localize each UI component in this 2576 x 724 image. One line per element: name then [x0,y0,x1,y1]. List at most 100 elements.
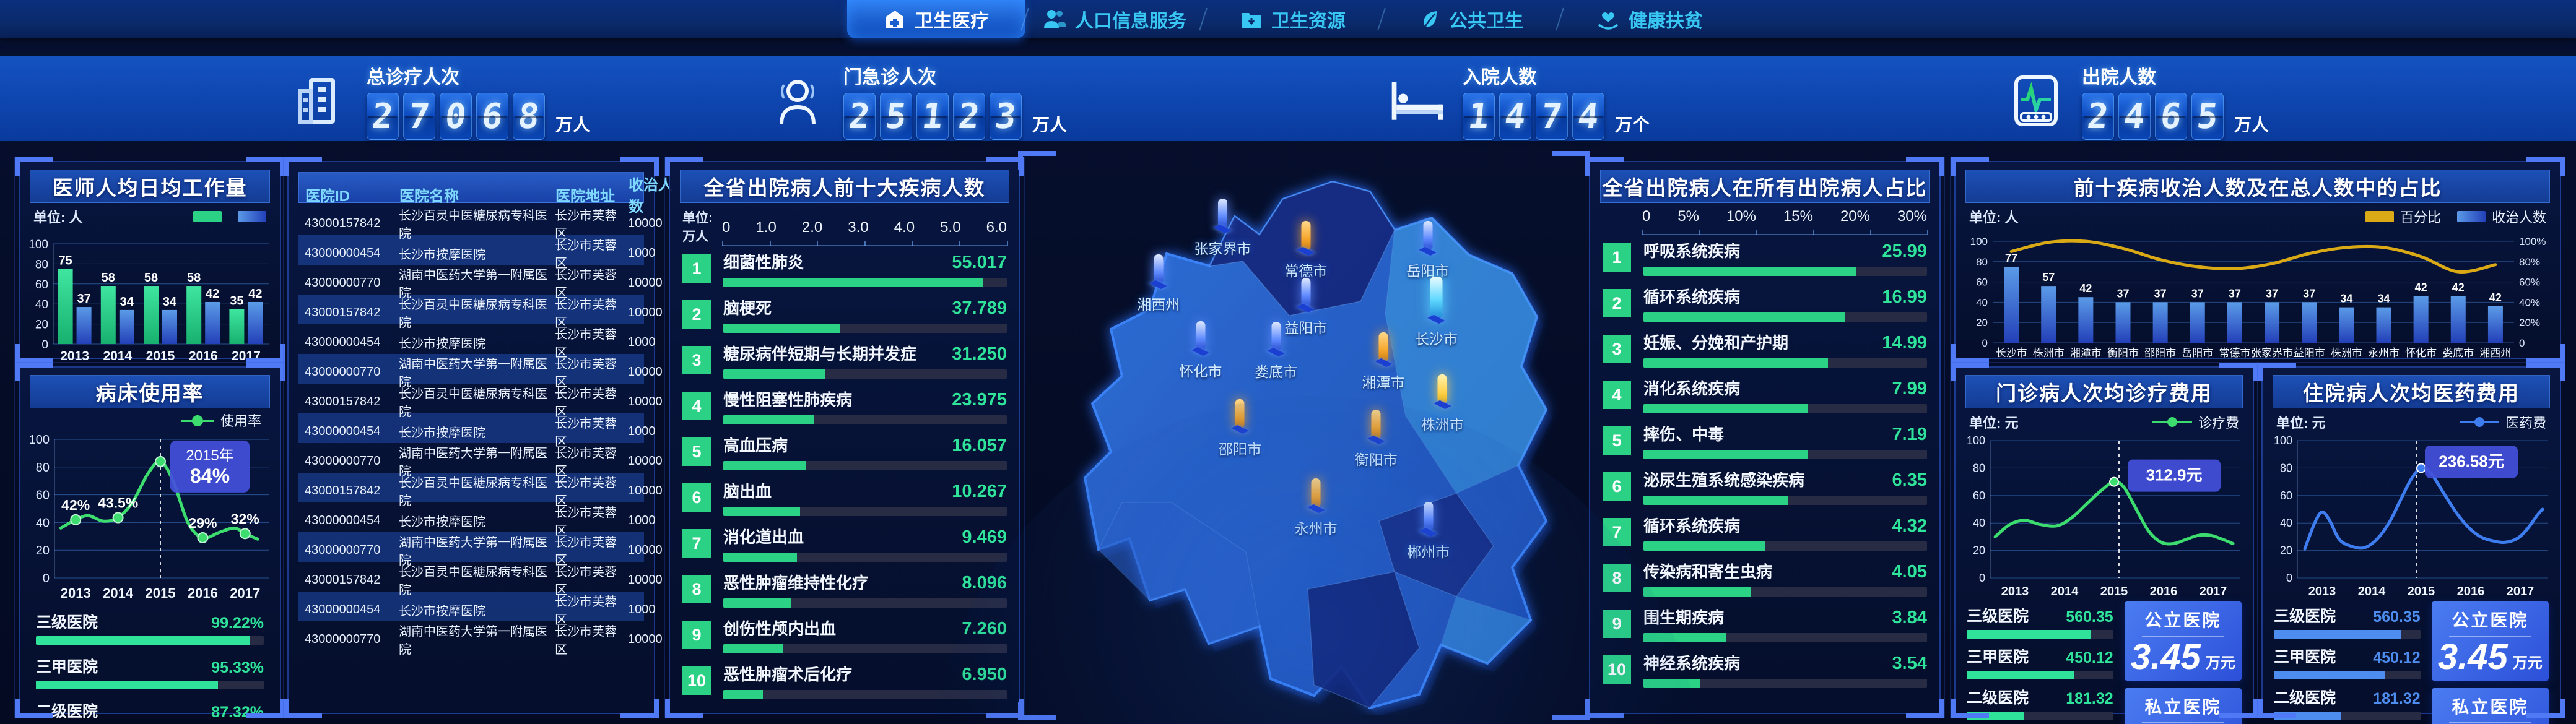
city-combo-chart: 100100%8080%6060%4040%2020%0077长沙市57株洲市4… [1963,226,2552,361]
fee-cards: 公立医院3.45万元私立医院3.45万元 [2125,601,2242,724]
map-marker-邵阳市[interactable]: 邵阳市 [1219,399,1261,459]
list-item-top: 三级医院560.35 [2274,604,2421,626]
tab-卫生医疗[interactable]: 卫生医疗 [847,0,1025,38]
corner-decoration [986,699,1024,718]
table-cell: 43000157842 [305,484,399,498]
corner-decoration [1585,699,1624,718]
hospital-level-label: 二级医院 [2274,686,2336,708]
svg-text:20: 20 [36,544,50,558]
svg-text:株洲市: 株洲市 [2331,347,2362,359]
card-title: 私立医院 [2452,694,2528,718]
ranked-list-item: 2脑梗死37.789 [682,296,1007,333]
card-私立医院: 私立医院3.45万元 [2432,688,2549,724]
ratio-list: 1呼吸系统疾病25.992循环系统疾病16.993妊娠、分娩和产护期14.994… [1603,239,1927,688]
map-marker-张家界市[interactable]: 张家界市 [1194,199,1251,258]
stat-unit: 万人 [555,111,590,140]
ranked-list-item: 4消化系统疾病7.99 [1603,376,1927,413]
map-marker-怀化市[interactable]: 怀化市 [1179,321,1222,381]
svg-text:20: 20 [35,319,48,332]
map-marker-湘潭市[interactable]: 湘潭市 [1362,332,1405,392]
progress-track [1967,712,2113,720]
svg-text:2015年: 2015年 [186,447,233,464]
hospital-level-label: 三级医院 [36,610,98,632]
axis-tick [1699,230,1700,235]
tab-卫生资源[interactable]: 卫生资源 [1204,0,1382,38]
map-marker-衡阳市[interactable]: 衡阳市 [1355,410,1398,469]
marker-base-icon [1367,436,1385,444]
stat-content: 门急诊人次25123万人 [843,62,1067,140]
map-marker-岳阳市[interactable]: 岳阳市 [1406,221,1449,280]
card-unit: 万元 [2206,650,2235,675]
ranked-list-item: 5高血压病16.057 [682,433,1007,470]
svg-text:2014: 2014 [103,585,134,601]
map-marker-永州市[interactable]: 永州市 [1295,478,1338,538]
svg-text:37: 37 [77,292,90,306]
disease-name: 循环系统疾病 [1643,514,1740,537]
progress-track [723,278,1007,287]
svg-text:42: 42 [206,287,219,301]
corner-decoration [620,699,659,718]
marker-pillar-icon [1154,254,1163,284]
legend-label: 收治人数 [2492,207,2546,226]
map-city-label: 郴州市 [1407,540,1450,561]
svg-text:2017: 2017 [2200,585,2227,598]
axis-row: 05%10%15%20%30% [1603,208,1927,235]
progress-track [2274,712,2421,720]
axis-tick [1870,230,1871,235]
map-marker-湘西州[interactable]: 湘西州 [1137,254,1180,314]
svg-text:100: 100 [1970,236,1988,248]
progress-track [1643,450,1927,459]
hospital-level-label: 三甲医院 [36,655,98,677]
tab-人口信息服务[interactable]: 人口信息服务 [1025,0,1204,38]
map-marker-娄底市[interactable]: 娄底市 [1255,322,1297,381]
panel-title: 全省出院病人前十大疾病人数 [680,170,1009,203]
table-cell: 长沙百灵中医糖尿病专科医院 [399,205,555,241]
svg-text:37: 37 [2154,287,2167,300]
map-marker-长沙市[interactable]: 长沙市 [1415,277,1458,348]
svg-text:0: 0 [1979,572,1985,584]
axis-tick [1642,230,1643,235]
tab-健康扶贫[interactable]: 健康扶贫 [1560,0,1739,38]
rank-badge: 3 [682,346,711,374]
table-row: 43000000770湖南中医药大学第一附属医院长沙市芙蓉区10000 [298,532,644,562]
legend-line-icon [2460,416,2499,428]
progress-track [1643,358,1927,368]
svg-text:邵阳市: 邵阳市 [2144,347,2176,359]
svg-text:2015: 2015 [2100,585,2128,598]
progress-track [1643,541,1927,551]
axis-tick [817,241,818,246]
rank-badge: 2 [1603,289,1631,317]
table-header-cell: 医院ID [305,184,399,205]
map-marker-常德市[interactable]: 常德市 [1284,221,1327,280]
chart-header: 单位: 人 百分比 收治人数 [1969,207,2546,226]
map-marker-郴州市[interactable]: 郴州市 [1407,502,1450,561]
table-row: 43000157842长沙百灵中医糖尿病专科医院长沙市芙蓉区10000 [298,295,644,324]
rank-badge: 5 [682,437,711,466]
progress-track [723,553,1007,562]
map-marker-株洲市[interactable]: 株洲市 [1421,374,1464,434]
stats-band: 总诊疗人次27068万人门急诊人次25123万人入院人数1474万个出院人数24… [0,54,2576,142]
disease-value: 16.057 [952,436,1007,456]
marker-base-icon [1419,247,1437,256]
panel-title: 医师人均日均工作量 [30,170,270,203]
hospital-level-label: 三甲医院 [1967,645,2029,667]
svg-text:0: 0 [2519,337,2525,349]
svg-text:60: 60 [35,278,48,291]
axis-tick [1007,241,1008,246]
panel-city-combo: 前十疾病收治人数及在总人数中的占比 单位: 人 百分比 收治人数 100100%… [1954,161,2561,359]
disease-name: 循环系统疾病 [1643,285,1740,308]
table-cell: 43000000770 [305,543,399,558]
tab-公共卫生[interactable]: 公共卫生 [1382,0,1560,38]
svg-text:益阳市: 益阳市 [2294,347,2325,359]
panel-title: 病床使用率 [30,375,270,408]
legend-blue-swatch [2457,211,2486,222]
svg-text:37: 37 [2191,287,2204,300]
digit-tile: 2 [367,93,399,140]
outpatient-fee-chart: 10080604020020132014201520162017312.9元 [1962,432,2247,600]
tab-label: 卫生资源 [1271,6,1346,33]
svg-text:2016: 2016 [189,349,218,363]
svg-text:20: 20 [2280,545,2292,557]
marker-pillar-icon [1423,221,1432,251]
stat-label: 出院人数 [2082,62,2269,89]
table-cell: 长沙市按摩医院 [399,512,555,530]
